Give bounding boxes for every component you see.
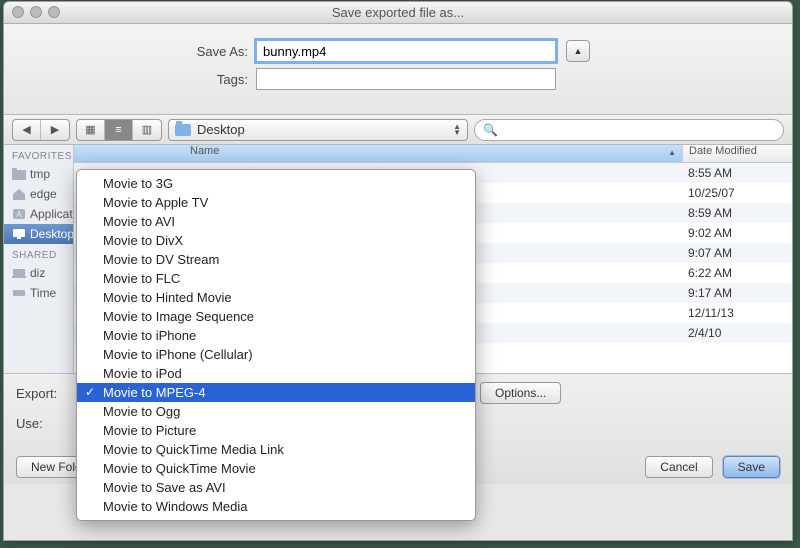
menu-item[interactable]: Movie to QuickTime Media Link [77,440,475,459]
sidebar-item-label: diz [30,266,45,280]
menu-item[interactable]: Movie to AVI [77,212,475,231]
menu-item[interactable]: Movie to Ogg [77,402,475,421]
icon-view-button[interactable]: ▦ [77,120,105,140]
sidebar-item-desktop[interactable]: Desktop [4,224,73,244]
tags-label: Tags: [4,72,256,87]
applications-icon: A [12,208,26,220]
menu-item[interactable]: Movie to Save as AVI [77,478,475,497]
sidebar-item-applications[interactable]: A Applications [4,204,73,224]
sort-ascending-icon: ▲ [668,148,676,157]
menu-item[interactable]: Movie to Picture [77,421,475,440]
view-switcher: ▦ ≡ ▥ [76,119,162,141]
location-label: Desktop [197,122,245,137]
menu-item[interactable]: Movie to Windows Media [77,497,475,516]
column-headers: Name ▲ Date Modified [74,145,792,163]
use-label: Use: [16,416,66,431]
back-button[interactable]: ◀ [13,120,41,140]
sidebar-item-label: Time [30,286,56,300]
columns-icon: ▥ [142,123,152,136]
options-button[interactable]: Options... [480,382,561,404]
sidebar-heading-shared: SHARED [4,244,73,263]
export-format-menu[interactable]: Movie to 3G Movie to Apple TV Movie to A… [76,169,476,521]
menu-item[interactable]: Movie to 3G [77,174,475,193]
menu-item[interactable]: Movie to DivX [77,231,475,250]
menu-item[interactable]: Movie to QuickTime Movie [77,459,475,478]
menu-item[interactable]: Movie to Image Sequence [77,307,475,326]
zoom-icon[interactable] [48,6,60,18]
window-controls [12,6,60,18]
cancel-button[interactable]: Cancel [645,456,712,478]
tags-input[interactable] [256,68,556,90]
browser-toolbar: ◀ ▶ ▦ ≡ ▥ Desktop ▲▼ 🔍 [4,115,792,145]
menu-item[interactable]: Movie to iPhone (Cellular) [77,345,475,364]
sidebar-item-label: Desktop [30,227,74,241]
checkmark-icon: ✓ [85,383,95,402]
sidebar-item-shared-1[interactable]: diz [4,263,73,283]
menu-item[interactable]: Movie to iPod [77,364,475,383]
column-header-date[interactable]: Date Modified [682,145,792,162]
export-label: Export: [16,386,66,401]
desktop-icon [12,228,26,240]
drive-icon [12,287,26,299]
sidebar-item-label: tmp [30,167,50,181]
close-icon[interactable] [12,6,24,18]
folder-icon [12,168,26,180]
save-button[interactable]: Save [723,456,780,478]
sidebar-item-label: edge [30,187,57,201]
chevron-up-icon: ▲ [574,46,583,56]
window-title: Save exported file as... [332,5,464,20]
expand-collapse-button[interactable]: ▲ [566,40,590,62]
popup-arrows-icon: ▲▼ [453,124,461,136]
search-field[interactable]: 🔍 [474,119,784,141]
sidebar: FAVORITES tmp edge A Applications Deskto… [4,145,74,373]
menu-item[interactable]: Movie to iPhone [77,326,475,345]
column-header-name[interactable]: Name ▲ [74,145,682,162]
sidebar-item-shared-2[interactable]: Time [4,283,73,303]
sidebar-item-home[interactable]: edge [4,184,73,204]
location-popup[interactable]: Desktop ▲▼ [168,119,468,141]
list-view-button[interactable]: ≡ [105,120,133,140]
search-icon: 🔍 [483,123,498,137]
menu-item[interactable]: Movie to Hinted Movie [77,288,475,307]
sidebar-item-label: Applications [30,207,74,221]
menu-item[interactable]: Movie to DV Stream [77,250,475,269]
forward-button[interactable]: ▶ [41,120,69,140]
nav-back-forward: ◀ ▶ [12,119,70,141]
saveas-label: Save As: [4,44,256,59]
folder-icon [175,124,191,136]
svg-text:A: A [16,210,22,219]
form-area: Save As: ▲ Tags: [4,24,792,115]
list-icon: ≡ [115,124,121,136]
sidebar-item-tmp[interactable]: tmp [4,164,73,184]
saveas-input[interactable] [256,40,556,62]
sidebar-heading-favorites: FAVORITES [4,145,73,164]
computer-icon [12,267,26,279]
titlebar: Save exported file as... [4,2,792,24]
menu-item-selected[interactable]: ✓ Movie to MPEG-4 [77,383,475,402]
minimize-icon[interactable] [30,6,42,18]
menu-item[interactable]: Movie to Apple TV [77,193,475,212]
menu-item[interactable]: Movie to FLC [77,269,475,288]
home-icon [12,188,26,200]
column-view-button[interactable]: ▥ [133,120,161,140]
grid-icon: ▦ [85,123,95,136]
